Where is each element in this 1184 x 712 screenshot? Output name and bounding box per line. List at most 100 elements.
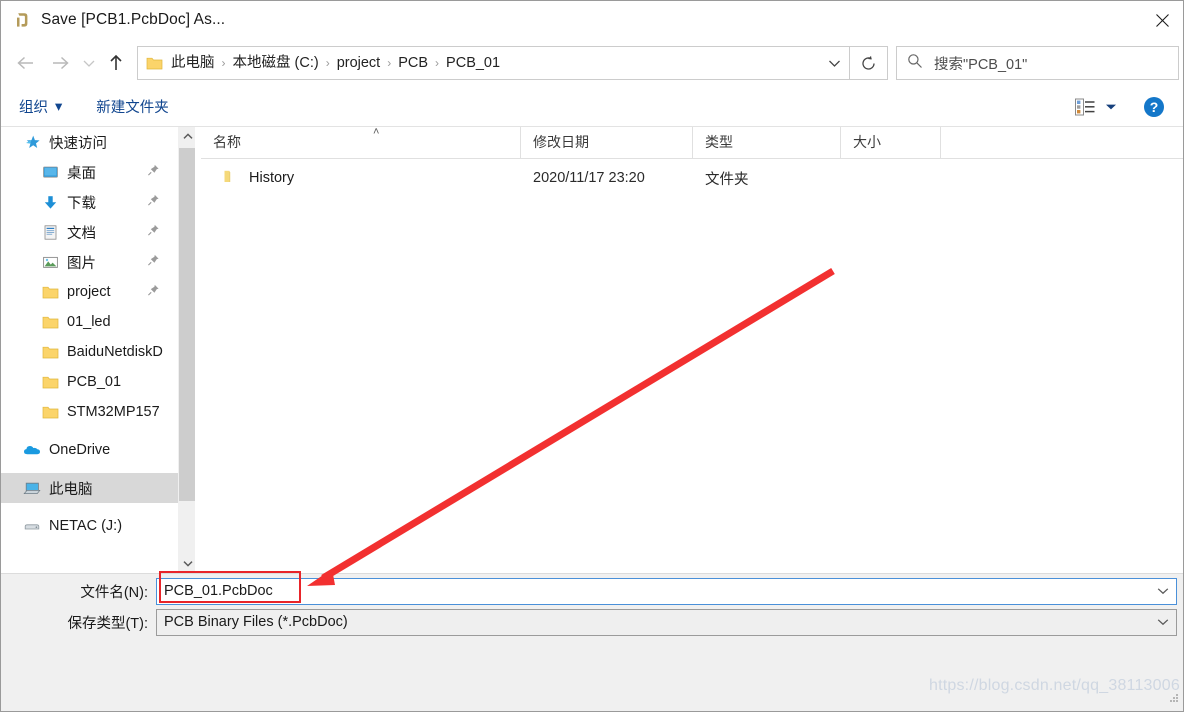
sidebar-item-project[interactable]: project — [1, 277, 178, 307]
sidebar-item-downloads[interactable]: 下载 — [1, 187, 178, 217]
breadcrumb-item-0[interactable]: 此电脑 — [165, 48, 221, 78]
sidebar-item-onedrive[interactable]: OneDrive — [1, 435, 178, 465]
main-content: 快速访问 桌面 下载 文档 图片 project 01_led BaiduNet… — [1, 126, 1183, 573]
sidebar-item-label: PCB_01 — [67, 374, 122, 390]
svg-text:?: ? — [1150, 99, 1159, 115]
search-input[interactable]: 搜索"PCB_01" — [896, 46, 1179, 80]
refresh-icon[interactable] — [850, 46, 888, 80]
column-label: 名称 — [213, 134, 241, 150]
table-row[interactable]: History 2020/11/17 23:20 文件夹 — [201, 159, 1183, 197]
navigation-pane: 快速访问 桌面 下载 文档 图片 project 01_led BaiduNet… — [1, 127, 178, 573]
organize-button[interactable]: 组织 ▾ — [19, 96, 62, 117]
sidebar-item-label: 此电脑 — [49, 481, 93, 498]
pin-icon[interactable] — [147, 284, 160, 301]
column-header-date[interactable]: 修改日期 — [521, 127, 693, 158]
breadcrumb-item-3[interactable]: PCB — [392, 48, 434, 78]
forward-arrow-icon[interactable] — [43, 47, 77, 79]
chevron-down-icon[interactable] — [1150, 579, 1176, 604]
sidebar-item-01-led[interactable]: 01_led — [1, 307, 178, 337]
save-as-dialog: Save [PCB1.PcbDoc] As... 此电脑 › 本地磁盘 (C:)… — [0, 0, 1184, 712]
pin-icon[interactable] — [147, 224, 160, 241]
column-header-size[interactable]: 大小 — [841, 127, 941, 158]
recent-locations-chevron-icon[interactable] — [77, 47, 101, 79]
sidebar-item-label: project — [67, 284, 111, 300]
quick-access-star-icon — [23, 133, 41, 151]
sidebar-item-label: 下载 — [67, 195, 96, 212]
scroll-down-icon[interactable] — [179, 555, 196, 572]
file-type-row: 保存类型(T): PCB Binary Files (*.PcbDoc) — [1, 607, 1183, 637]
sidebar-item-label: 桌面 — [67, 165, 96, 182]
file-name-cell: History — [201, 169, 521, 188]
search-placeholder-text: 搜索"PCB_01" — [934, 56, 1028, 73]
title-bar: Save [PCB1.PcbDoc] As... — [1, 1, 1183, 39]
sidebar-item-pcb-01[interactable]: PCB_01 — [1, 367, 178, 397]
sidebar-item-label: BaiduNetdiskD — [67, 344, 163, 360]
chevron-down-icon[interactable] — [1099, 103, 1123, 111]
sidebar-item-baidunetdisk[interactable]: BaiduNetdiskD — [1, 337, 178, 367]
file-list-header: 名称 ˄ 修改日期 类型 大小 — [201, 126, 1183, 159]
sidebar-item-documents[interactable]: 文档 — [1, 217, 178, 247]
file-type-label: 保存类型(T): — [67, 615, 148, 632]
sidebar-item-label: NETAC (J:) — [49, 518, 123, 534]
sidebar-item-netac-drive[interactable]: NETAC (J:) — [1, 511, 178, 541]
sidebar-item-label: 01_led — [67, 314, 111, 330]
folder-icon — [41, 343, 59, 361]
address-bar[interactable]: 此电脑 › 本地磁盘 (C:) › project › PCB › PCB_01 — [137, 46, 850, 80]
sidebar-item-label: OneDrive — [49, 442, 111, 458]
view-layout-icon[interactable] — [1074, 97, 1096, 117]
scroll-up-icon[interactable] — [179, 128, 196, 145]
command-bar-right: ? — [1074, 87, 1175, 127]
column-label: 类型 — [705, 134, 733, 150]
onedrive-cloud-icon — [23, 441, 41, 459]
documents-icon — [41, 223, 59, 241]
chevron-down-icon: ▾ — [55, 98, 63, 115]
sidebar-scrollbar[interactable] — [178, 127, 196, 573]
column-header-type[interactable]: 类型 — [693, 127, 841, 158]
breadcrumb-item-4[interactable]: PCB_01 — [440, 48, 506, 78]
desktop-icon — [41, 163, 59, 181]
file-name-input[interactable]: PCB_01.PcbDoc — [156, 577, 1177, 605]
folder-icon — [223, 169, 239, 188]
chevron-down-icon[interactable] — [1150, 610, 1176, 635]
up-arrow-icon[interactable] — [101, 47, 131, 79]
column-label: 大小 — [853, 134, 881, 150]
help-question-icon[interactable]: ? — [1143, 96, 1165, 118]
pin-icon[interactable] — [147, 254, 160, 271]
back-arrow-icon[interactable] — [9, 47, 43, 79]
file-list-rows: History 2020/11/17 23:20 文件夹 — [201, 159, 1183, 197]
file-name-label: History — [249, 170, 295, 186]
sidebar-item-quick-access[interactable]: 快速访问 — [1, 127, 178, 157]
breadcrumb-item-1[interactable]: 本地磁盘 (C:) — [227, 48, 325, 78]
sidebar-item-this-pc[interactable]: 此电脑 — [1, 473, 178, 503]
folder-icon — [41, 403, 59, 421]
search-icon — [907, 53, 923, 74]
close-icon[interactable] — [1139, 1, 1183, 39]
pictures-icon — [41, 253, 59, 271]
file-name-value[interactable]: PCB_01.PcbDoc — [157, 583, 1150, 599]
chevron-down-icon[interactable] — [821, 48, 847, 78]
downloads-icon — [41, 193, 59, 211]
window-title: Save [PCB1.PcbDoc] As... — [41, 11, 226, 28]
column-header-name[interactable]: 名称 ˄ — [201, 126, 521, 158]
this-pc-icon — [23, 479, 41, 497]
file-name-row: 文件名(N): PCB_01.PcbDoc — [1, 576, 1183, 606]
watermark-text: https://blog.csdn.net/qq_38113006 — [929, 677, 1180, 694]
scrollbar-thumb[interactable] — [179, 148, 196, 501]
file-type-value: PCB Binary Files (*.PcbDoc) — [157, 614, 1150, 630]
new-folder-button[interactable]: 新建文件夹 — [96, 96, 169, 117]
pin-icon[interactable] — [147, 194, 160, 211]
breadcrumb-item-2[interactable]: project — [331, 48, 387, 78]
sidebar-item-stm32mp157[interactable]: STM32MP157 — [1, 397, 178, 427]
new-folder-label: 新建文件夹 — [96, 100, 169, 116]
organize-label: 组织 — [19, 100, 48, 116]
file-list-pane: 名称 ˄ 修改日期 类型 大小 History 2020/11/17 23:20… — [201, 126, 1183, 573]
file-type-select[interactable]: PCB Binary Files (*.PcbDoc) — [156, 608, 1177, 636]
file-name-label: 文件名(N): — [80, 584, 148, 601]
sidebar-item-pictures[interactable]: 图片 — [1, 247, 178, 277]
navigation-bar: 此电脑 › 本地磁盘 (C:) › project › PCB › PCB_01 — [1, 39, 1183, 87]
folder-icon — [41, 373, 59, 391]
pin-icon[interactable] — [147, 164, 160, 181]
sidebar-item-label: 文档 — [67, 225, 96, 242]
sidebar-item-desktop[interactable]: 桌面 — [1, 157, 178, 187]
folder-icon — [146, 56, 163, 71]
